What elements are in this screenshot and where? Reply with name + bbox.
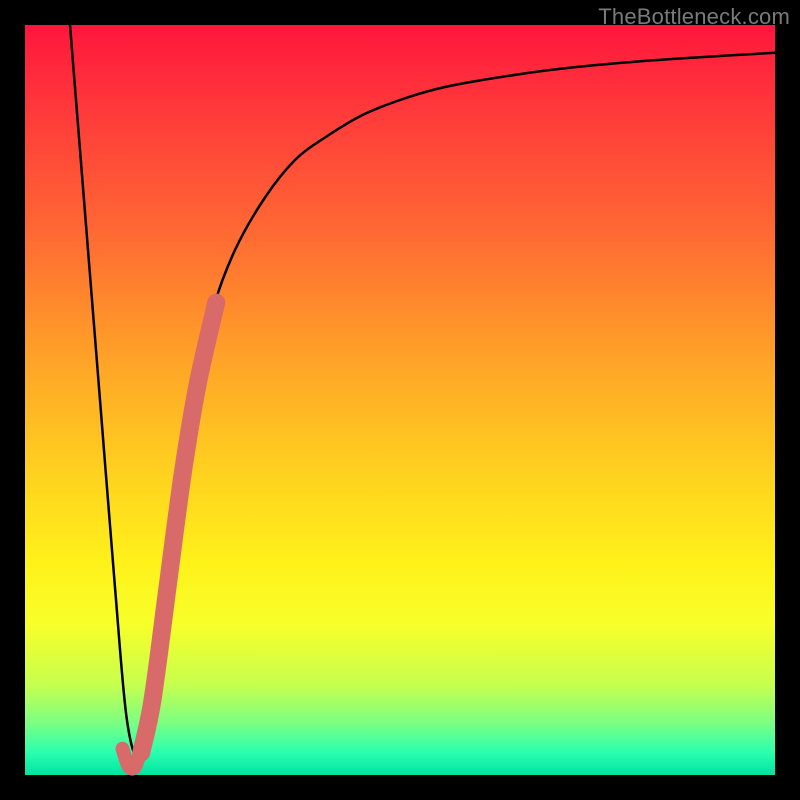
- watermark-text: TheBottleneck.com: [598, 4, 790, 30]
- highlight-segment: [141, 303, 216, 753]
- chart-svg: [25, 25, 775, 775]
- chart-frame: TheBottleneck.com: [0, 0, 800, 800]
- valley-hook: [123, 749, 140, 769]
- plot-area: [25, 25, 775, 775]
- bottleneck-curve: [70, 25, 775, 761]
